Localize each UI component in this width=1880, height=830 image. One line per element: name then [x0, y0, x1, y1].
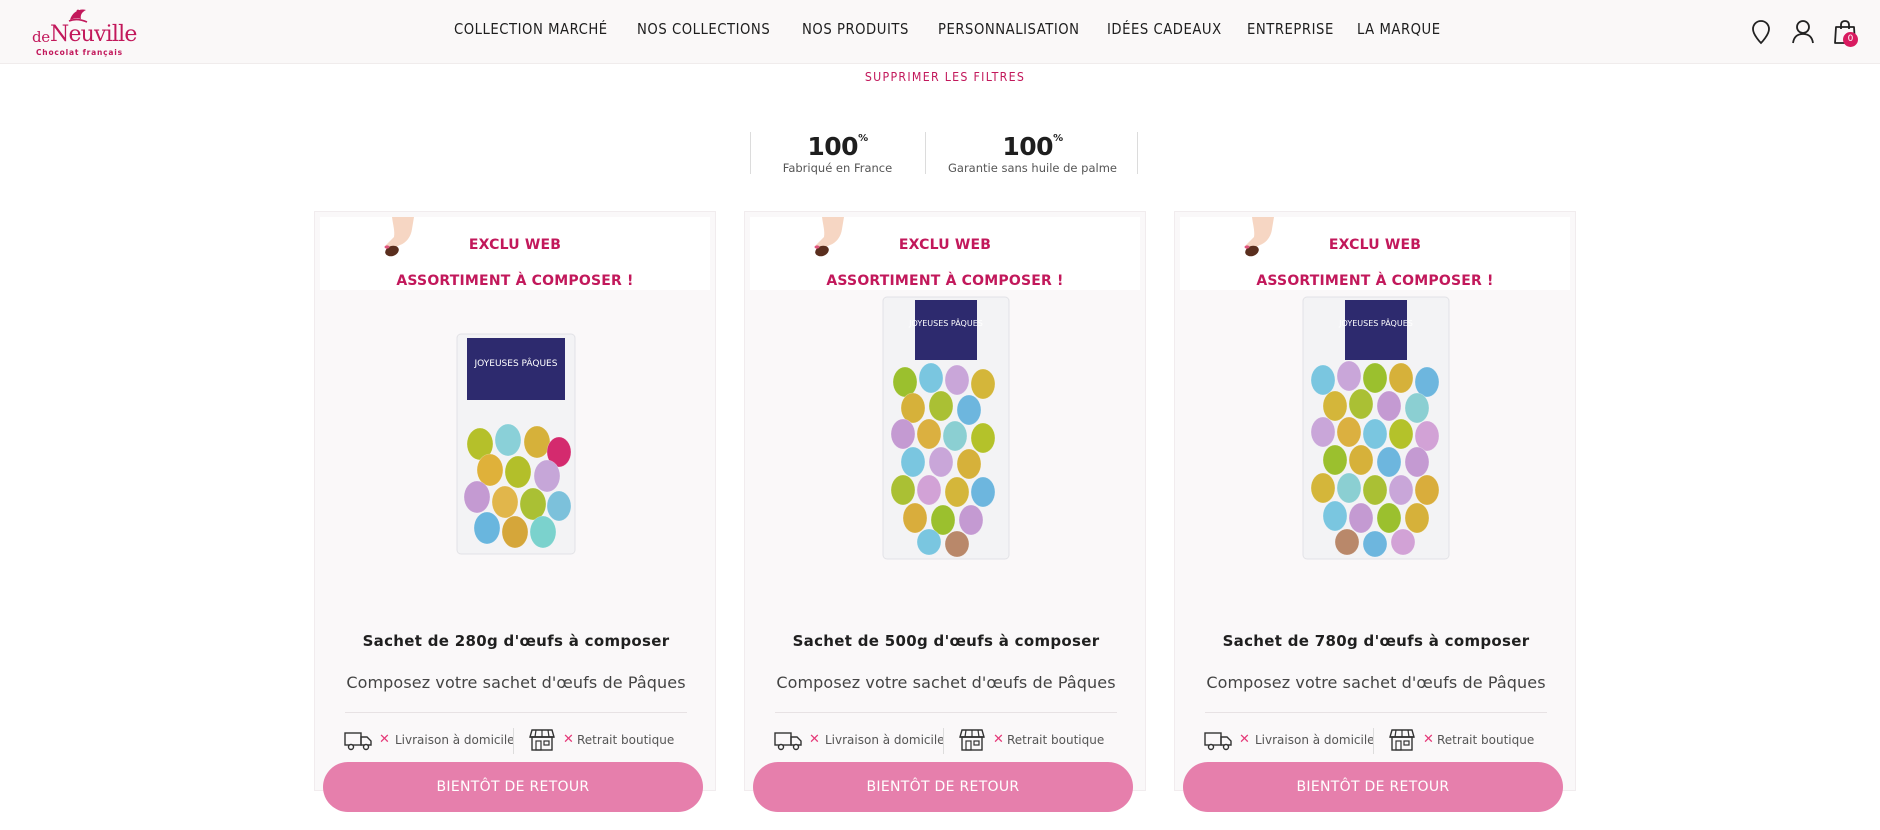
nav-item-nos-collections[interactable]: NOS COLLECTIONS [637, 20, 770, 38]
delivery-options: ✕ Livraison à domicile ✕ Retrait boutiqu… [745, 728, 1147, 754]
store-pickup-label: Retrait boutique [577, 733, 675, 747]
cart-count-badge: 0 [1843, 32, 1858, 47]
product-image[interactable]: JOYEUSES PÂQUES [745, 292, 1147, 612]
nav-item-idees-cadeaux[interactable]: IDÉES CADEAUX [1107, 20, 1222, 38]
unavailable-cross-icon: ✕ [379, 732, 390, 747]
product-title[interactable]: Sachet de 280g d'œufs à composer [315, 632, 717, 650]
banner-exclusive-label: EXCLU WEB [468, 237, 562, 253]
back-soon-button[interactable]: BIENTÔT DE RETOUR [753, 762, 1133, 812]
product-card[interactable]: EXCLU WEB ASSORTIMENT À COMPOSER ! JOYEU… [1174, 211, 1577, 812]
product-description: Composez votre sachet d'œufs de Pâques [1206, 673, 1546, 692]
home-delivery-label: Livraison à domicile [825, 733, 945, 747]
store-pickup-label: Retrait boutique [1437, 733, 1535, 747]
home-delivery-label: Livraison à domicile [1255, 733, 1375, 747]
delivery-truck-icon [1204, 732, 1232, 751]
store-icon [1389, 729, 1415, 751]
svg-text:JOYEUSES PÂQUES: JOYEUSES PÂQUES [474, 357, 558, 369]
back-soon-button[interactable]: BIENTÔT DE RETOUR [1183, 762, 1563, 812]
store-icon [959, 729, 985, 751]
product-card[interactable]: EXCLU WEB ASSORTIMENT À COMPOSER ! JOYEU… [744, 211, 1147, 812]
user-icon[interactable] [1789, 18, 1817, 46]
product-title[interactable]: Sachet de 500g d'œufs à composer [745, 632, 1147, 650]
delivery-truck-icon [774, 732, 802, 751]
nav-item-collection-marche[interactable]: COLLECTION MARCHÉ [454, 20, 608, 38]
back-soon-button[interactable]: BIENTÔT DE RETOUR [323, 762, 703, 812]
home-delivery-label: Livraison à domicile [395, 733, 515, 747]
site-header: de Neuville Chocolat français COLLECTION… [0, 0, 1880, 64]
guarantee-badges: 100% Fabriqué en France 100% Garantie sa… [750, 132, 1140, 175]
main-navigation: COLLECTION MARCHÉ NOS COLLECTIONS NOS PR… [0, 20, 1880, 44]
banner-assortment-label: ASSORTIMENT À COMPOSER ! [1256, 273, 1494, 289]
unavailable-cross-icon: ✕ [1239, 732, 1250, 747]
product-banner: EXCLU WEB ASSORTIMENT À COMPOSER ! [320, 217, 710, 290]
product-image[interactable]: JOYEUSES PÂQUES [1175, 292, 1577, 612]
badge-no-palm-oil: 100% Garantie sans huile de palme [948, 132, 1117, 175]
badge-made-in-france: 100% Fabriqué en France [782, 132, 893, 175]
nav-item-personnalisation[interactable]: PERSONNALISATION [938, 20, 1080, 38]
delivery-options: ✕ Livraison à domicile ✕ Retrait boutiqu… [315, 728, 717, 754]
product-image[interactable]: JOYEUSES PÂQUES [315, 292, 717, 612]
banner-assortment-label: ASSORTIMENT À COMPOSER ! [396, 273, 634, 289]
store-icon [529, 729, 555, 751]
svg-text:JOYEUSES PÂQUES: JOYEUSES PÂQUES [908, 317, 983, 328]
store-pickup-label: Retrait boutique [1007, 733, 1105, 747]
delivery-options: ✕ Livraison à domicile ✕ Retrait boutiqu… [1175, 728, 1577, 754]
nav-item-entreprise[interactable]: ENTREPRISE [1247, 20, 1334, 38]
product-card[interactable]: EXCLU WEB ASSORTIMENT À COMPOSER ! JOYEU… [314, 211, 717, 812]
banner-exclusive-label: EXCLU WEB [898, 237, 992, 253]
product-description: Composez votre sachet d'œufs de Pâques [776, 673, 1116, 692]
svg-text:JOYEUSES PÂQUES: JOYEUSES PÂQUES [1338, 317, 1413, 328]
unavailable-cross-icon: ✕ [1423, 732, 1434, 747]
delivery-truck-icon [344, 732, 372, 751]
nav-item-la-marque[interactable]: LA MARQUE [1357, 20, 1441, 38]
banner-exclusive-label: EXCLU WEB [1328, 237, 1422, 253]
nav-item-nos-produits[interactable]: NOS PRODUITS [802, 20, 909, 38]
product-description: Composez votre sachet d'œufs de Pâques [346, 673, 686, 692]
product-banner: EXCLU WEB ASSORTIMENT À COMPOSER ! [750, 217, 1140, 290]
unavailable-cross-icon: ✕ [993, 732, 1004, 747]
product-banner: EXCLU WEB ASSORTIMENT À COMPOSER ! [1180, 217, 1570, 290]
location-pin-icon[interactable] [1747, 18, 1775, 46]
banner-assortment-label: ASSORTIMENT À COMPOSER ! [826, 273, 1064, 289]
product-title[interactable]: Sachet de 780g d'œufs à composer [1175, 632, 1577, 650]
unavailable-cross-icon: ✕ [563, 732, 574, 747]
unavailable-cross-icon: ✕ [809, 732, 820, 747]
brand-tagline: Chocolat français [36, 48, 123, 57]
clear-filters-link[interactable]: SUPPRIMER LES FILTRES [76, 70, 1815, 84]
